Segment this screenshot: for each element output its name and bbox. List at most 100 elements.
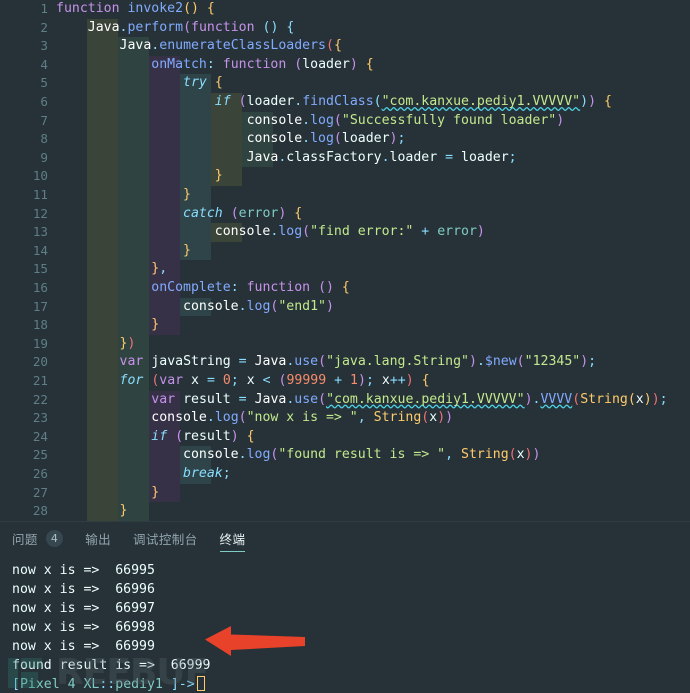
prompt-open-bracket: [ xyxy=(12,677,20,692)
code-line[interactable]: 28 } xyxy=(0,502,690,521)
code-line[interactable]: 13 console.log("find error:" + error) xyxy=(0,223,690,242)
code-line[interactable]: 15 }, xyxy=(0,260,690,279)
terminal-line: now x is => 66995 xyxy=(12,563,155,578)
line-number: 24 xyxy=(32,428,48,444)
line-content: try { xyxy=(183,75,223,91)
code-line[interactable]: 22 var result = Java.use("com.kanxue.ped… xyxy=(0,390,690,410)
tab-problems[interactable]: 问题 4 xyxy=(12,522,64,555)
line-content: console.log(loader); xyxy=(246,131,406,147)
problems-count-badge: 4 xyxy=(45,530,64,547)
line-number: 28 xyxy=(32,503,48,519)
tab-terminal-label: 终端 xyxy=(219,532,246,547)
line-content: onComplete: function () { xyxy=(151,280,350,295)
prompt-close: ]-> xyxy=(162,677,195,692)
line-number: 27 xyxy=(32,484,48,500)
line-number: 13 xyxy=(32,224,48,240)
code-line[interactable]: 21 for (var x = 0; x < (99999 + 1); x++)… xyxy=(0,372,690,391)
tab-problems-label: 问题 xyxy=(12,532,38,547)
code-line[interactable]: 26 break; xyxy=(0,465,690,484)
line-number: 1 xyxy=(40,1,48,16)
tab-debug-console[interactable]: 调试控制台 xyxy=(133,522,198,555)
line-content: } xyxy=(151,317,160,333)
tab-output[interactable]: 输出 xyxy=(85,522,111,555)
line-number: 11 xyxy=(32,187,48,202)
line-number: 12 xyxy=(32,205,48,221)
line-number: 19 xyxy=(32,335,48,351)
code-line[interactable]: 6 if (loader.findClass("com.kanxue.pediy… xyxy=(0,93,690,112)
bottom-panel: 问题 4 输出 调试控制台 终端 now x is => 66995 now x… xyxy=(0,521,690,693)
line-content: } xyxy=(214,168,223,184)
line-content: }, xyxy=(151,261,168,277)
terminal-cursor[interactable] xyxy=(196,676,205,691)
code-line[interactable]: 9 Java.classFactory.loader = loader; xyxy=(0,148,690,168)
tab-output-label: 输出 xyxy=(85,532,112,547)
code-line[interactable]: 3 Java.enumerateClassLoaders({ xyxy=(0,37,690,56)
prompt-separator: :: xyxy=(99,677,116,692)
terminal-line-result: found result is => 66999 xyxy=(12,658,211,673)
code-line[interactable]: 25 console.log("found result is => ", St… xyxy=(0,446,690,465)
line-number: 9 xyxy=(40,149,48,165)
prompt-process: pediy1 xyxy=(115,677,163,692)
code-line[interactable]: 10 } xyxy=(0,167,690,186)
line-content: } xyxy=(183,242,191,258)
line-number: 4 xyxy=(40,56,48,72)
line-content: if (loader.findClass("com.kanxue.pediy1.… xyxy=(214,94,612,109)
code-line[interactable]: 12 catch (error) { xyxy=(0,204,690,224)
line-number: 22 xyxy=(32,391,48,407)
prompt-device: Pixel 4 XL xyxy=(19,677,100,692)
code-line[interactable]: 18 } xyxy=(0,316,690,335)
code-line[interactable]: 11 } xyxy=(0,186,690,205)
code-line[interactable]: 4 onMatch: function (loader) { xyxy=(0,55,690,75)
line-content: console.log("found result is => ", Strin… xyxy=(183,447,541,463)
code-line[interactable]: 1 function invoke2() { xyxy=(0,0,690,19)
line-number: 14 xyxy=(32,242,48,258)
line-number: 16 xyxy=(32,280,48,295)
line-content: catch (error) { xyxy=(183,205,303,221)
line-content: for (var x = 0; x < (99999 + 1); x++) { xyxy=(119,373,430,388)
line-number: 18 xyxy=(32,317,48,333)
line-number: 21 xyxy=(32,373,48,388)
code-line[interactable]: 20 var javaString = Java.use("java.lang.… xyxy=(0,353,690,372)
terminal-prompt[interactable]: [Pixel 4 XL::pediy1 ]-> xyxy=(12,675,690,693)
line-content: Java.classFactory.loader = loader; xyxy=(246,149,517,165)
line-content: break; xyxy=(183,466,231,481)
code-line[interactable]: 19 }) xyxy=(0,334,690,354)
line-number: 25 xyxy=(32,447,48,463)
line-number: 6 xyxy=(40,94,48,109)
line-number: 26 xyxy=(32,466,48,481)
line-content: Java.enumerateClassLoaders({ xyxy=(119,38,342,54)
code-line[interactable]: 7 console.log("Successfully found loader… xyxy=(0,111,690,131)
terminal-output[interactable]: now x is => 66995 now x is => 66996 now … xyxy=(0,555,690,693)
code-line[interactable]: 27 } xyxy=(0,483,690,503)
line-content: function invoke2() { xyxy=(56,1,215,16)
line-number: 8 xyxy=(40,131,48,147)
line-content: Java.perform(function () { xyxy=(87,19,295,35)
code-line[interactable]: 5 try { xyxy=(0,74,690,93)
code-line[interactable]: 17 console.log("end1") xyxy=(0,297,690,317)
tab-terminal[interactable]: 终端 xyxy=(219,522,246,555)
line-content: } xyxy=(119,503,128,519)
tab-debug-console-label: 调试控制台 xyxy=(133,532,198,547)
line-content: if (result) { xyxy=(151,428,255,444)
line-content: console.log("end1") xyxy=(183,298,334,314)
terminal-line: now x is => 66998 xyxy=(12,620,155,635)
line-content: console.log("Successfully found loader") xyxy=(246,112,565,128)
line-number: 15 xyxy=(32,261,48,277)
line-content: } xyxy=(151,484,160,500)
code-line[interactable]: 2 Java.perform(function () { xyxy=(0,18,690,38)
line-number: 7 xyxy=(40,112,48,128)
line-number: 17 xyxy=(32,298,48,314)
line-content: console.log("now x is => ", String(x)) xyxy=(151,410,454,426)
line-number: 2 xyxy=(40,19,48,35)
line-content: onMatch: function (loader) { xyxy=(151,56,374,72)
code-line[interactable]: 14 } xyxy=(0,241,690,261)
code-line[interactable]: 24 if (result) { xyxy=(0,427,690,447)
vscode-window: 1 function invoke2() { 2 Java.perform(fu… xyxy=(0,0,690,693)
code-line[interactable]: 23 console.log("now x is => ", String(x)… xyxy=(0,409,690,428)
code-editor[interactable]: 1 function invoke2() { 2 Java.perform(fu… xyxy=(0,0,690,521)
panel-tab-bar: 问题 4 输出 调试控制台 终端 xyxy=(0,522,690,555)
line-number: 23 xyxy=(32,410,48,426)
code-line[interactable]: 16 onComplete: function () { xyxy=(0,279,690,298)
line-number: 20 xyxy=(32,354,48,370)
code-line[interactable]: 8 console.log(loader); xyxy=(0,130,690,149)
